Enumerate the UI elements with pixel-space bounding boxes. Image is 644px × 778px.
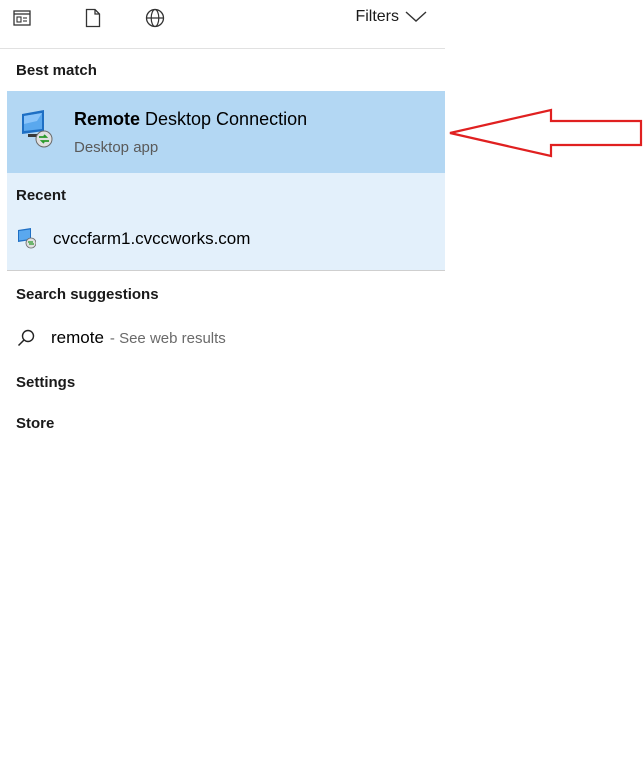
filters-label: Filters: [355, 8, 399, 25]
best-match-title: Remote Desktop Connection: [74, 109, 308, 129]
settings-section[interactable]: Settings: [16, 374, 75, 391]
search-results-panel: Filters Best match Remote Desktop Connec…: [0, 0, 445, 778]
web-suggestion-row[interactable]: remote - See web results: [17, 328, 226, 348]
recent-header: Recent: [16, 187, 67, 204]
recent-item[interactable]: cvccfarm1.cvccworks.com: [53, 229, 250, 249]
suggestion-hint: - See web results: [109, 329, 226, 347]
remote-desktop-app-icon: [19, 109, 53, 149]
globe-icon[interactable]: [145, 8, 165, 28]
document-view-icon[interactable]: [12, 8, 32, 28]
search-icon: [17, 329, 35, 347]
chevron-down-icon: [405, 11, 427, 22]
remote-desktop-small-icon: [16, 227, 37, 249]
best-match-result[interactable]: Remote Desktop Connection Desktop app: [7, 91, 445, 173]
best-match-header: Best match: [16, 62, 97, 79]
best-match-subtitle: Desktop app: [74, 139, 159, 156]
suggestion-term: remote: [51, 328, 104, 347]
store-section[interactable]: Store: [16, 415, 54, 432]
search-suggestions-header: Search suggestions: [16, 286, 159, 303]
annotation-arrow-icon: [449, 108, 643, 158]
search-toolbar: Filters: [0, 0, 445, 49]
recent-section: Recent cvccfarm1.cvccworks.com: [7, 173, 445, 271]
filters-button[interactable]: Filters: [355, 8, 427, 26]
page-icon[interactable]: [83, 8, 103, 28]
